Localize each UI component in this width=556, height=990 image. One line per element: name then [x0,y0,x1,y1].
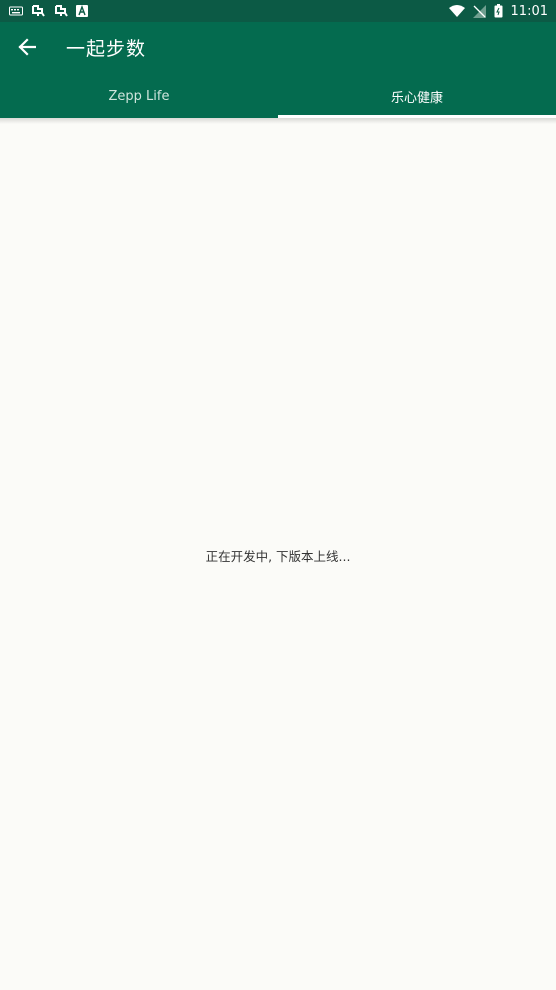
back-button[interactable] [14,36,40,62]
arrow-left-icon [18,38,37,60]
app-bar: 一起步数 Zepp Life 乐心健康 [0,22,556,118]
tab-zepp-life[interactable]: Zepp Life [0,78,278,118]
status-bar: 11:01 [0,0,556,22]
bug-icon [30,4,46,18]
app-bar-shadow [0,118,556,124]
no-signal-icon [472,4,486,18]
battery-icon [494,4,503,18]
keyboard-icon [9,6,23,16]
tab-lexin-health[interactable]: 乐心健康 [278,78,556,118]
font-icon [76,5,88,17]
wifi-icon [448,5,465,17]
tab-label: Zepp Life [108,88,170,104]
development-message: 正在开发中, 下版本上线... [205,549,351,564]
tab-bar: Zepp Life 乐心健康 [0,78,556,118]
bug-icon [53,4,69,18]
status-time: 11:01 [510,3,548,19]
tab-label: 乐心健康 [390,90,443,106]
page-title: 一起步数 [66,38,147,60]
